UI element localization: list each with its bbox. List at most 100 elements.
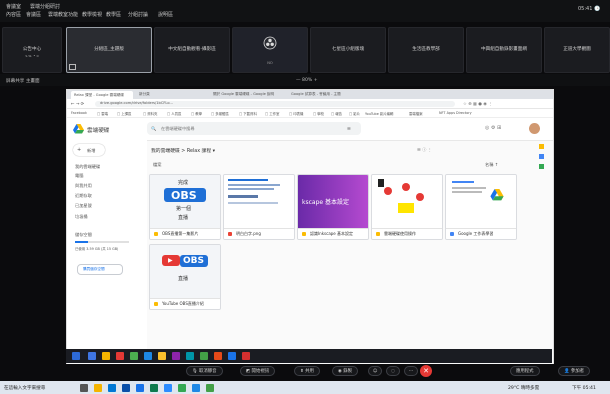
task-view-icon[interactable]	[80, 384, 88, 392]
apps-button[interactable]: 應用程式	[510, 366, 540, 376]
scene-tile[interactable]: 中興組自動錄影畫面網	[466, 27, 542, 73]
chat-button[interactable]: ◌	[386, 366, 400, 376]
app-icon[interactable]	[158, 352, 166, 360]
taskbar-search[interactable]: 在這輸入文字來搜尋	[4, 385, 45, 391]
chrome-icon[interactable]	[136, 384, 144, 392]
breadcrumb[interactable]: 我的雲端硬碟 > Relax 課程 ▾	[151, 147, 215, 154]
scene-tile[interactable]: 正道大學觀圖	[544, 27, 610, 73]
scene-tile-selected[interactable]: 分組區_主題版	[66, 27, 152, 73]
menu-item[interactable]: 教學檢視	[82, 11, 102, 18]
bookmark[interactable]: YouTube 影片編輯	[365, 111, 393, 116]
bookmark[interactable]: □ 工作室	[265, 111, 279, 116]
unmute-button[interactable]: 🎙 取消靜音	[186, 366, 223, 376]
scene-tile[interactable]: 生活區教學部	[388, 27, 464, 73]
url-field[interactable]: drive.google.com/drive/folders/1bCFLo...	[95, 100, 455, 107]
help-settings-icons[interactable]: ◎ ⚙ ⊞	[485, 125, 501, 131]
sidebar-item-my-drive[interactable]: 我的雲端硬碟	[75, 164, 100, 170]
file-card[interactable]: 明白白字.png	[223, 174, 295, 240]
scene-tile[interactable]: NO	[232, 27, 308, 73]
sidebar-item-storage[interactable]: 儲存空間	[75, 232, 92, 238]
bookmark[interactable]: □ 資料夾	[143, 111, 157, 116]
bookmark[interactable]: NFT Apps Directory	[439, 111, 472, 115]
view-toggle-icons[interactable]: ☰ ⓘ ⋮	[417, 147, 432, 153]
more-button[interactable]: ⋯	[404, 366, 418, 376]
file-card[interactable]: 雲端硬碟使用操作	[371, 174, 443, 240]
app-icon[interactable]	[172, 352, 180, 360]
bookmark[interactable]: □ 印表機	[289, 111, 303, 116]
bookmark[interactable]: □ 下載資料	[239, 111, 257, 116]
explorer-icon[interactable]	[102, 352, 110, 360]
app-icon[interactable]	[214, 352, 222, 360]
browser-tab[interactable]: 關於 Google 雲端硬碟 - Google 說明	[213, 92, 274, 97]
browser-toolbar-icons[interactable]: ☆ ⊕ ▦ ● ◉ ⋮	[463, 101, 492, 106]
bookmark[interactable]: 雲端檔案	[409, 111, 423, 116]
app-icon[interactable]	[200, 352, 208, 360]
scene-tile[interactable]: 中文組自動觀看-攝影區	[154, 27, 230, 73]
chrome-icon[interactable]	[228, 352, 236, 360]
app-icon[interactable]	[192, 384, 200, 392]
sort-button[interactable]: 名稱 ↑	[485, 162, 498, 168]
bookmark[interactable]: □ 雲端	[97, 111, 108, 116]
menu-item[interactable]: 教學區	[106, 11, 121, 18]
weather-widget[interactable]: 29°C 晴時多雲	[508, 385, 539, 391]
bookmark[interactable]: □ 上課區	[117, 111, 131, 116]
sidebar-item-starred[interactable]: 已加星號	[75, 203, 92, 209]
search-icon[interactable]	[88, 352, 96, 360]
file-card[interactable]: ▶ OBS 直播 YouTube OBS直播介紹	[149, 244, 221, 310]
app-icon[interactable]	[130, 352, 138, 360]
share-button[interactable]: ⬆ 共用	[294, 366, 320, 376]
tasks-icon[interactable]	[539, 164, 544, 169]
bookmark[interactable]: □ 影片	[349, 111, 360, 116]
zoom-icon[interactable]	[164, 384, 172, 392]
bookmark[interactable]: □ 人員區	[167, 111, 181, 116]
bookmark[interactable]: Facebook	[71, 111, 87, 115]
sidebar-item-recent[interactable]: 近期存取	[75, 193, 92, 199]
bookmark[interactable]: □ 報告	[331, 111, 342, 116]
sidebar-item-shared[interactable]: 與我共用	[75, 183, 92, 189]
menu-item[interactable]: 說明區	[158, 11, 173, 18]
explorer-icon[interactable]	[94, 384, 102, 392]
app-icon[interactable]	[242, 352, 250, 360]
app-icon[interactable]	[116, 352, 124, 360]
taskbar-clock[interactable]: 下午 05:41	[572, 385, 596, 391]
menu-item[interactable]: 會議區	[26, 11, 41, 18]
keep-icon[interactable]	[539, 154, 544, 159]
app-icon[interactable]	[108, 384, 116, 392]
drive-search-box[interactable]: 🔍 在雲端硬碟中搜尋 ☰	[147, 122, 361, 135]
buy-storage-button[interactable]: 購買儲存空間	[77, 264, 123, 275]
bookmark[interactable]: □ 教學	[191, 111, 202, 116]
app-icon[interactable]	[206, 384, 214, 392]
bookmark[interactable]: □ 學校	[313, 111, 324, 116]
zoom-control[interactable]: — 80% +	[296, 78, 318, 83]
menu-item[interactable]: 雲端教室功能	[48, 11, 78, 18]
menu-item[interactable]: 分組討論	[128, 11, 148, 18]
avatar[interactable]	[529, 123, 540, 134]
sidebar-item-trash[interactable]: 垃圾桶	[75, 214, 88, 220]
start-video-button[interactable]: ◩ 開始視訊	[240, 366, 276, 376]
new-button[interactable]: + 新增	[73, 144, 105, 156]
calendar-icon[interactable]	[539, 144, 544, 149]
nav-back-icon[interactable]: ← → ⟳	[71, 101, 84, 106]
app-icon[interactable]	[178, 384, 186, 392]
browser-tab[interactable]: Google 試算表 - 會議用 - 主題	[291, 92, 341, 97]
app-icon[interactable]	[150, 384, 158, 392]
leave-button[interactable]: ✕	[420, 365, 432, 377]
app-icon[interactable]	[122, 384, 130, 392]
browser-tab-active[interactable]: Relax 課堂 - Google 雲端硬碟	[71, 91, 133, 99]
browser-tab[interactable]: 新分頁	[139, 92, 150, 97]
menu-item[interactable]: 內容區	[6, 11, 21, 18]
participants-button[interactable]: 👤 參加者	[558, 366, 591, 376]
app-icon[interactable]	[186, 352, 194, 360]
app-icon[interactable]	[144, 352, 152, 360]
record-button[interactable]: ◉ 錄製	[332, 366, 359, 376]
scene-tile[interactable]: 七星區小組版塊	[310, 27, 386, 73]
sidebar-item-computers[interactable]: 電腦	[75, 173, 83, 179]
reactions-button[interactable]: ☺	[368, 366, 382, 376]
bookmark[interactable]: □ 多媒體區	[211, 111, 229, 116]
filter-icon[interactable]: ☰	[347, 126, 351, 131]
file-card[interactable]: kscape 基本設定 認識Inkscape 基本設定	[297, 174, 369, 240]
side-panel-icons[interactable]	[539, 144, 545, 180]
start-icon[interactable]	[72, 352, 80, 360]
file-card[interactable]: Google 工作表學習	[445, 174, 517, 240]
scene-tile[interactable]: 公告中心 s.w. • o	[2, 27, 62, 73]
